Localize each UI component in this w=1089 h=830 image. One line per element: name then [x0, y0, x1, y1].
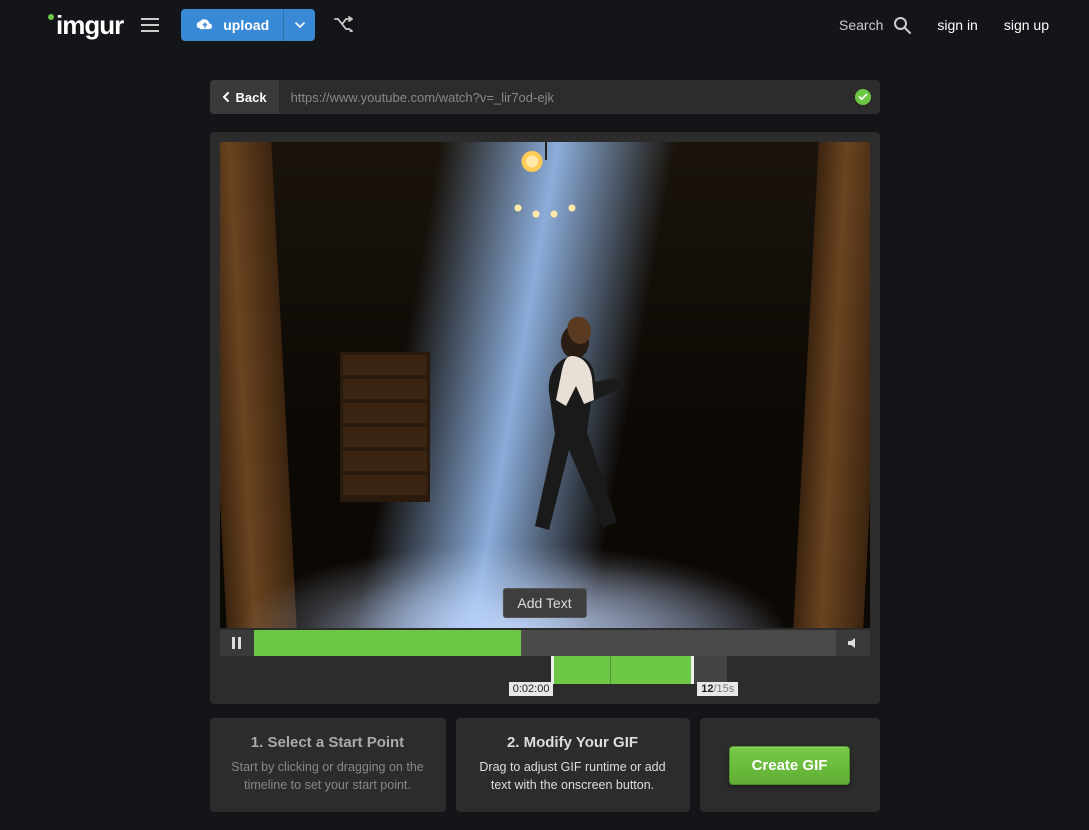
video-scene-backdrop: [220, 142, 870, 628]
upload-button-main[interactable]: upload: [181, 17, 283, 33]
volume-button[interactable]: [836, 630, 870, 656]
gif-range-selector[interactable]: 0:02:00 12/15s: [220, 656, 870, 694]
progress-track[interactable]: [254, 630, 836, 656]
gif-range-divider: [610, 656, 611, 684]
gif-range-remainder: [694, 656, 727, 684]
chevron-left-icon: [222, 92, 230, 102]
shuffle-icon[interactable]: [333, 16, 353, 35]
pause-button[interactable]: [220, 630, 254, 656]
step2-title: 2. Modify Your GIF: [474, 734, 672, 751]
progress-fill: [254, 630, 522, 656]
logo-text: imgur: [56, 12, 123, 38]
cloud-upload-icon: [195, 18, 215, 32]
scene-dancer: [520, 308, 640, 588]
instruction-step-1: 1. Select a Start Point Start by clickin…: [210, 718, 446, 812]
search-label: Search: [839, 17, 883, 33]
range-start-time-label: 0:02:00: [509, 682, 554, 696]
source-url-text[interactable]: https://www.youtube.com/watch?v=_lir7od-…: [279, 90, 846, 105]
instructions-row: 1. Select a Start Point Start by clickin…: [210, 718, 880, 812]
upload-dropdown-toggle[interactable]: [283, 9, 315, 41]
source-url-bar: Back https://www.youtube.com/watch?v=_li…: [210, 80, 880, 114]
scene-chandelier: [500, 160, 590, 220]
pause-icon: [232, 637, 241, 649]
create-gif-button[interactable]: Create GIF: [729, 746, 851, 785]
check-icon: [855, 89, 871, 105]
url-valid-indicator: [846, 89, 880, 105]
gif-range-handle[interactable]: [551, 656, 694, 684]
step1-body: Start by clicking or dragging on the tim…: [228, 759, 428, 794]
step1-title: 1. Select a Start Point: [228, 734, 428, 751]
menu-icon[interactable]: [141, 18, 159, 32]
main-column: Back https://www.youtube.com/watch?v=_li…: [210, 80, 880, 812]
logo[interactable]: imgur: [48, 12, 123, 38]
upload-label: upload: [223, 17, 269, 33]
playback-bar: [220, 630, 870, 656]
search-button[interactable]: Search: [839, 16, 911, 34]
volume-icon: [846, 636, 860, 650]
search-icon: [893, 16, 911, 34]
instruction-step-2: 2. Modify Your GIF Drag to adjust GIF ru…: [456, 718, 690, 812]
add-text-button[interactable]: Add Text: [502, 588, 586, 618]
top-nav: imgur upload Search sign in sign up: [0, 0, 1089, 50]
video-preview[interactable]: Add Text: [220, 142, 870, 628]
create-gif-panel: Create GIF: [700, 718, 880, 812]
step2-body: Drag to adjust GIF runtime or add text w…: [474, 759, 672, 794]
scene-bookshelf: [340, 352, 430, 502]
video-editor-card: Add Text 0:02:00 12/15s: [210, 132, 880, 704]
chevron-down-icon: [295, 22, 305, 28]
sign-in-link[interactable]: sign in: [937, 17, 977, 33]
upload-button[interactable]: upload: [181, 9, 315, 41]
back-button[interactable]: Back: [210, 80, 279, 114]
range-length-label: 12/15s: [697, 682, 738, 696]
sign-up-link[interactable]: sign up: [1004, 17, 1049, 33]
logo-dot-icon: [48, 14, 54, 20]
back-label: Back: [236, 90, 267, 105]
